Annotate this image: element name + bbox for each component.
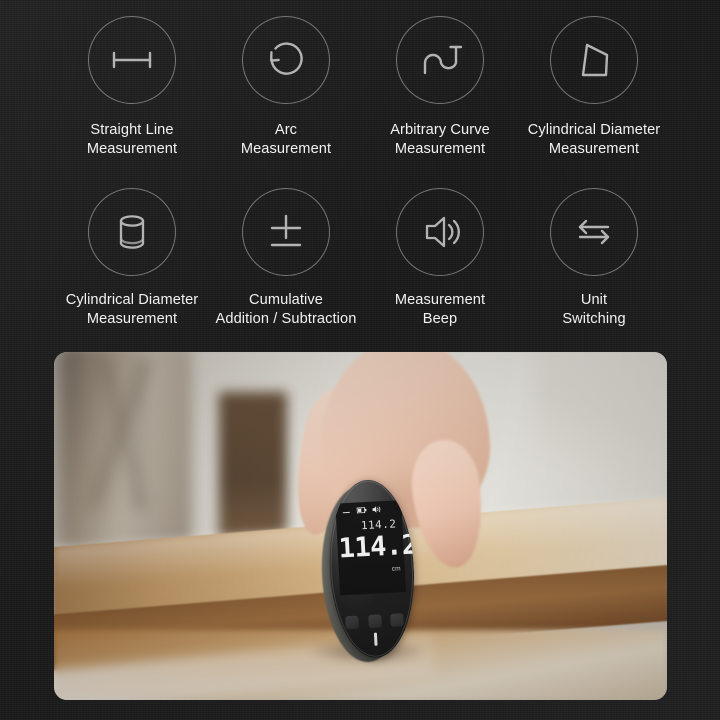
feature-cumulative-addition-subtraction[interactable]: Cumulative Addition / Subtraction — [212, 188, 360, 330]
feature-label-line2: Beep — [422, 311, 458, 328]
straight-line-measure-icon — [88, 16, 176, 104]
feature-straight-line-measurement[interactable]: Straight Line Measurement — [58, 16, 206, 160]
feature-label-line1: Cylindrical Diameter — [527, 122, 661, 138]
photo-scene: 114.2 114.2 cm — [54, 352, 667, 700]
feature-label-line2: Measurement — [548, 141, 640, 158]
feature-label-line2: Switching — [562, 311, 626, 328]
device-screen: 114.2 114.2 cm — [335, 500, 419, 596]
feature-row-2: Cylindrical Diameter Measurement Cumulat… — [58, 188, 668, 330]
feature-label-line1: Straight Line — [90, 122, 174, 138]
background-glass-jar — [60, 352, 192, 551]
feature-label-line2: Measurement — [86, 311, 178, 328]
measuring-device: 114.2 114.2 cm — [315, 477, 421, 669]
feature-label-line1: Arc — [274, 122, 298, 138]
plus-minus-icon — [242, 188, 330, 276]
feature-label-line1: Cylindrical Diameter — [65, 292, 199, 308]
battery-icon — [356, 507, 367, 514]
feature-label-line2: Measurement — [394, 141, 486, 158]
device-unit-label: cm — [391, 565, 402, 573]
device-status-icons — [336, 504, 402, 515]
trapezoid-diameter-icon — [550, 16, 638, 104]
feature-arc-measurement[interactable]: Arc Measurement — [212, 16, 360, 160]
background-curtain — [537, 352, 667, 472]
feature-label-line1: Measurement — [394, 292, 486, 308]
arc-measure-icon — [242, 16, 330, 104]
feature-unit-switching[interactable]: Unit Switching — [520, 188, 668, 330]
feature-measurement-beep[interactable]: Measurement Beep — [366, 188, 514, 330]
background-dark-box — [219, 392, 287, 542]
feature-row-1: Straight Line Measurement Arc Measuremen… — [58, 16, 668, 160]
feature-cylindrical-diameter-measurement-top[interactable]: Cylindrical Diameter Measurement — [520, 16, 668, 160]
feature-label-line1: Arbitrary Curve — [390, 122, 490, 138]
feature-label: Arbitrary Curve Measurement — [390, 121, 490, 160]
device-button-center[interactable] — [367, 614, 382, 629]
speaker-icon — [396, 188, 484, 276]
feature-label: Arc Measurement — [241, 121, 331, 160]
device-button-right[interactable] — [390, 613, 404, 627]
feature-label: Cylindrical Diameter Measurement — [66, 291, 199, 330]
swap-arrows-icon — [550, 188, 638, 276]
feature-grid: Straight Line Measurement Arc Measuremen… — [0, 0, 720, 345]
feature-label-line1: Cumulative — [249, 292, 323, 308]
feature-label: Cumulative Addition / Subtraction — [216, 291, 357, 330]
background-jar-stems — [92, 360, 162, 510]
device-main-value: 114.2 — [337, 529, 419, 565]
feature-label-line2: Addition / Subtraction — [215, 311, 357, 328]
device-button-left[interactable] — [345, 615, 359, 630]
feature-label: Cylindrical Diameter Measurement — [528, 121, 661, 160]
feature-label-line2: Measurement — [86, 141, 178, 158]
feature-label: Measurement Beep — [395, 291, 485, 330]
feature-label-line2: Measurement — [240, 141, 332, 158]
feature-cylindrical-diameter-measurement[interactable]: Cylindrical Diameter Measurement — [58, 188, 206, 330]
speaker-small-icon — [372, 506, 381, 513]
arbitrary-curve-icon — [396, 16, 484, 104]
feature-label: Unit Switching — [562, 291, 625, 330]
feature-label: Straight Line Measurement — [87, 121, 177, 160]
product-photo: 114.2 114.2 cm — [54, 352, 667, 700]
feature-arbitrary-curve-measurement[interactable]: Arbitrary Curve Measurement — [366, 16, 514, 160]
feature-label-line1: Unit — [580, 292, 608, 308]
cylinder-icon — [88, 188, 176, 276]
